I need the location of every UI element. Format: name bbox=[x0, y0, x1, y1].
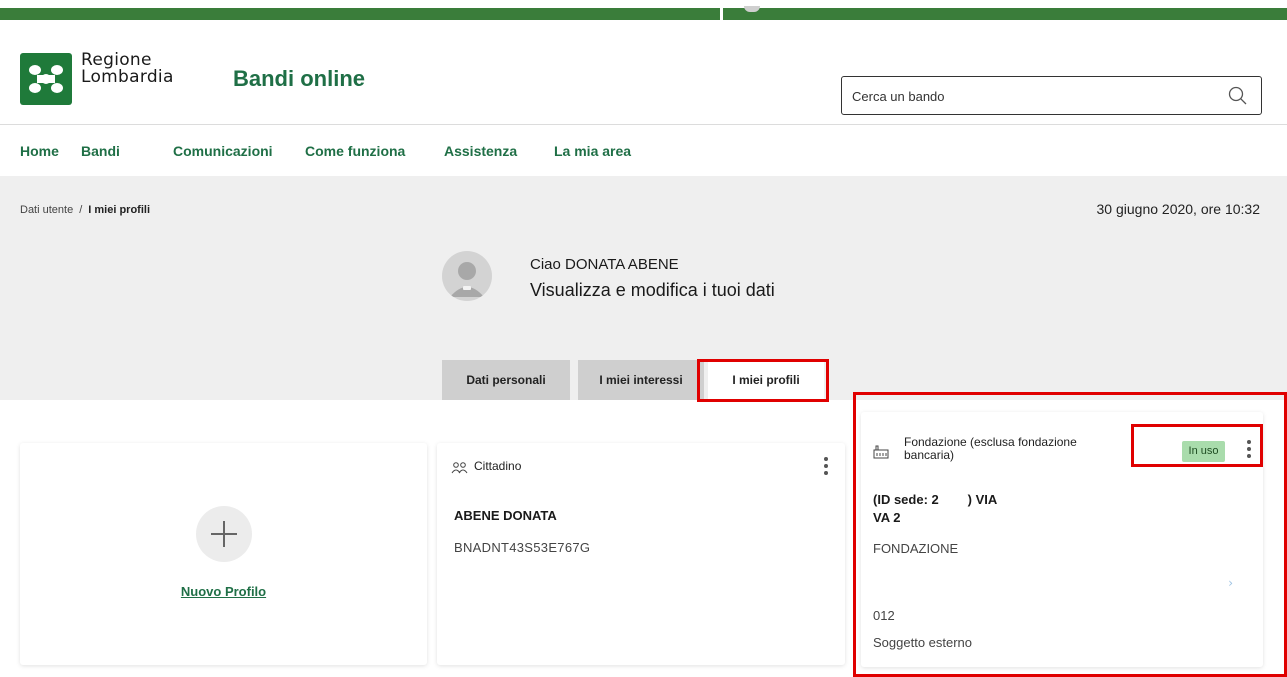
plus-icon[interactable] bbox=[196, 506, 252, 562]
regione-lombardia-logo-icon[interactable] bbox=[20, 53, 72, 105]
nav-item-home[interactable]: Home bbox=[20, 143, 59, 159]
user-greeting: Ciao DONATA ABENE bbox=[530, 256, 679, 273]
nav-item-comunicazioni[interactable]: Comunicazioni bbox=[173, 143, 273, 159]
tab-i-miei-interessi[interactable]: I miei interessi bbox=[578, 360, 704, 400]
breadcrumb-item-current: I miei profili bbox=[88, 204, 150, 216]
chevron-right-icon: › bbox=[1228, 576, 1233, 590]
nav-item-come-funziona[interactable]: Come funziona bbox=[305, 143, 405, 159]
tab-i-miei-profili[interactable]: I miei profili bbox=[708, 360, 824, 400]
top-band-right bbox=[723, 8, 1287, 20]
search-box bbox=[841, 76, 1262, 115]
avatar bbox=[442, 251, 492, 301]
sede-address-line-2: VA 2 bbox=[873, 510, 901, 525]
nav-item-la-mia-area[interactable]: La mia area bbox=[554, 143, 631, 159]
breadcrumb: Dati utente / I miei profili bbox=[20, 204, 150, 216]
profile-type-label: Fondazione (esclusa fondazione bancaria) bbox=[904, 435, 1077, 462]
brand-line-2: Lombardia bbox=[81, 67, 174, 87]
profile-type-label: Cittadino bbox=[474, 459, 522, 473]
profile-card-fondazione[interactable]: Fondazione (esclusa fondazione bancaria)… bbox=[861, 412, 1263, 667]
search-input[interactable] bbox=[852, 86, 1212, 106]
kebab-menu-icon[interactable] bbox=[1244, 440, 1254, 462]
brand-name[interactable]: Regione Lombardia bbox=[81, 52, 174, 86]
kebab-menu-icon[interactable] bbox=[821, 457, 831, 479]
profile-card-cittadino[interactable]: Cittadino ABENE DONATA BNADNT43S53E767G bbox=[437, 443, 845, 665]
sede-address-line-1: (ID sede: 2 ) VIA bbox=[873, 492, 998, 507]
breadcrumb-item-dati-utente[interactable]: Dati utente bbox=[20, 204, 73, 216]
status-badge: In uso bbox=[1182, 441, 1225, 462]
search-icon[interactable] bbox=[1227, 85, 1249, 107]
entity-name: FONDAZIONE bbox=[873, 541, 959, 556]
top-band-left bbox=[0, 8, 720, 20]
people-icon bbox=[451, 460, 468, 474]
profile-role: Soggetto esterno bbox=[873, 635, 973, 650]
new-profile-card[interactable]: Nuovo Profilo bbox=[20, 443, 427, 665]
site-header: Regione Lombardia Bandi online bbox=[0, 20, 1287, 125]
profile-name: ABENE DONATA bbox=[454, 508, 557, 523]
fiscal-code: BNADNT43S53E767G bbox=[454, 540, 591, 555]
entity-code: 012 bbox=[873, 608, 895, 623]
nav-item-bandi[interactable]: Bandi bbox=[81, 143, 120, 159]
breadcrumb-separator: / bbox=[79, 204, 83, 216]
top-band bbox=[0, 0, 1287, 20]
current-datetime: 30 giugno 2020, ore 10:32 bbox=[1096, 201, 1260, 217]
new-profile-link[interactable]: Nuovo Profilo bbox=[20, 584, 427, 599]
user-hero: Dati utente / I miei profili 30 giugno 202… bbox=[0, 176, 1287, 400]
nav-item-assistenza[interactable]: Assistenza bbox=[444, 143, 517, 159]
factory-icon bbox=[873, 444, 889, 459]
page-subtitle: Visualizza e modifica i tuoi dati bbox=[530, 280, 775, 300]
site-title[interactable]: Bandi online bbox=[233, 66, 365, 92]
main-nav: Home Bandi Comunicazioni Come funziona A… bbox=[0, 125, 1287, 175]
user-avatar-icon bbox=[450, 262, 484, 297]
tab-dati-personali[interactable]: Dati personali bbox=[442, 360, 570, 400]
